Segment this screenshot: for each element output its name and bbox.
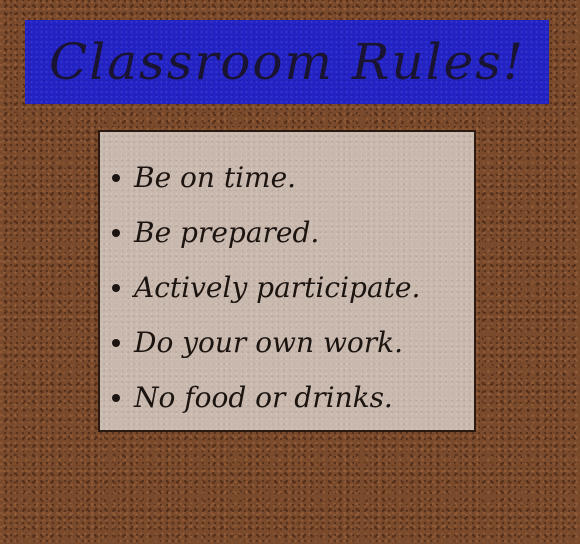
bullet-icon bbox=[112, 228, 120, 237]
rule-text: Actively participate. bbox=[134, 271, 421, 304]
list-item: No food or drinks. bbox=[112, 370, 474, 425]
list-item: Be prepared. bbox=[112, 205, 474, 260]
rules-card: Be on time. Be prepared. Actively partic… bbox=[98, 130, 476, 432]
list-item: Do your own work. bbox=[112, 315, 474, 370]
bullet-icon bbox=[112, 283, 120, 292]
page-title: Classroom Rules! bbox=[49, 33, 525, 91]
list-item: Actively participate. bbox=[112, 260, 474, 315]
rules-list: Be on time. Be prepared. Actively partic… bbox=[112, 150, 474, 425]
rule-text: Be prepared. bbox=[134, 216, 320, 249]
rule-text: Do your own work. bbox=[134, 326, 404, 359]
bullet-icon bbox=[112, 338, 120, 347]
rule-text: No food or drinks. bbox=[134, 381, 393, 414]
bullet-icon bbox=[112, 173, 120, 182]
rule-text: Be on time. bbox=[134, 161, 297, 194]
bullet-icon bbox=[112, 393, 120, 402]
title-banner: Classroom Rules! bbox=[25, 20, 549, 104]
list-item: Be on time. bbox=[112, 150, 474, 205]
